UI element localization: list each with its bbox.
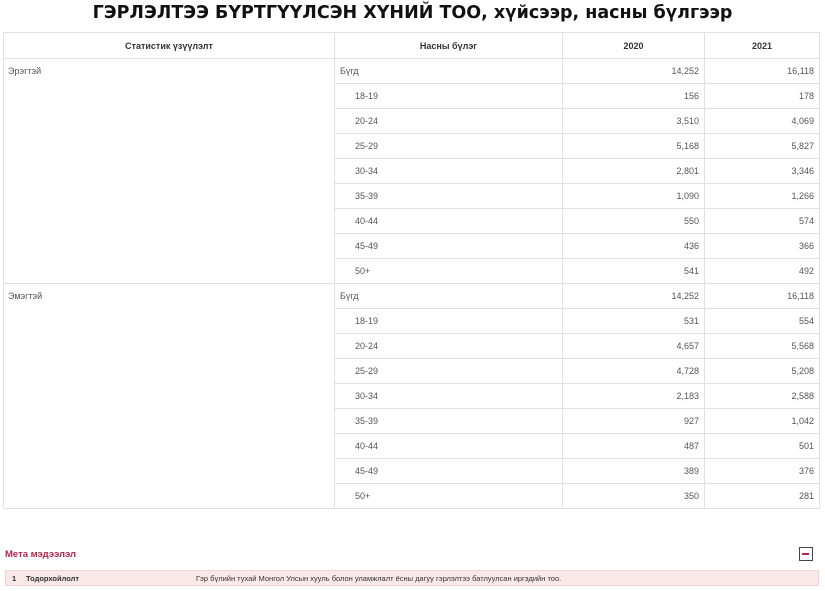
age-group-cell: Бүгд [334,58,563,84]
value-2021-cell: 5,208 [704,358,820,384]
collapse-meta-button[interactable] [799,547,813,561]
age-group-cell: 20-24 [334,333,563,359]
value-2021-cell: 1,266 [704,183,820,209]
value-2020-cell: 541 [562,258,705,284]
value-2020-cell: 14,252 [562,58,705,84]
age-group-cell: 40-44 [334,433,563,459]
value-2020-cell: 156 [562,83,705,109]
value-2021-cell: 492 [704,258,820,284]
value-2021-cell: 5,568 [704,333,820,359]
value-2020-cell: 2,183 [562,383,705,409]
value-2020-cell: 4,728 [562,358,705,384]
age-group-cell: 45-49 [334,233,563,259]
age-group-cell: Бүгд [334,283,563,309]
age-group-cell: 20-24 [334,108,563,134]
value-2021-cell: 501 [704,433,820,459]
table-row: Эмэгтэй Бүгд 14,252 16,118 [3,283,820,509]
value-2020-cell: 531 [562,308,705,334]
meta-row-text: Гэр бүлийн тухай Монгол Улсын хууль боло… [196,574,562,583]
table-row: Эрэгтэй Бүгд 14,252 16,118 [3,58,820,284]
page-title: ГЭРЛЭЛТЭЭ БҮРТГҮҮЛСЭН ХҮНИЙ ТОО, хүйсээр… [92,3,733,23]
value-2020-cell: 3,510 [562,108,705,134]
meta-row-number: 1 [12,574,17,583]
meta-row: 1 Тодорхойлолт Гэр бүлийн тухай Монгол У… [5,570,819,586]
header-year-2020[interactable]: 2020 [562,32,705,59]
header-age-group[interactable]: Насны бүлэг [334,32,563,59]
indicator-cell: Эрэгтэй [3,58,335,284]
header-indicator[interactable]: Статистик үзүүлэлт [3,32,335,59]
value-2020-cell: 2,801 [562,158,705,184]
statistics-table: Статистик үзүүлэлт Насны бүлэг 2020 2021… [3,32,820,509]
age-group-cell: 25-29 [334,133,563,159]
value-2020-cell: 436 [562,233,705,259]
value-2021-cell: 1,042 [704,408,820,434]
meta-heading: Мета мэдээлэл [5,549,77,560]
table-body: Эрэгтэй Бүгд 14,252 16,118 18-19 156 178 20-24 3… [3,58,820,509]
indicator-cell: Эмэгтэй [3,283,335,509]
value-2020-cell: 487 [562,433,705,459]
age-group-cell: 50+ [334,258,563,284]
value-2021-cell: 2,588 [704,383,820,409]
age-group-cell: 30-34 [334,158,563,184]
value-2021-cell: 3,346 [704,158,820,184]
value-2021-cell: 574 [704,208,820,234]
value-2021-cell: 4,069 [704,108,820,134]
value-2020-cell: 389 [562,458,705,484]
meta-row-label: Тодорхойлолт [26,574,80,583]
value-2021-cell: 16,118 [704,58,820,84]
value-2020-cell: 1,090 [562,183,705,209]
table-header-row: Статистик үзүүлэлт Насны бүлэг 2020 2021 [3,32,820,59]
value-2020-cell: 350 [562,483,705,509]
value-2021-cell: 281 [704,483,820,509]
header-year-2021[interactable]: 2021 [704,32,820,59]
age-group-cell: 25-29 [334,358,563,384]
age-group-cell: 18-19 [334,83,563,109]
age-group-cell: 35-39 [334,183,563,209]
value-2021-cell: 554 [704,308,820,334]
age-group-cell: 30-34 [334,383,563,409]
value-2020-cell: 927 [562,408,705,434]
age-group-cell: 40-44 [334,208,563,234]
value-2021-cell: 178 [704,83,820,109]
age-group-cell: 35-39 [334,408,563,434]
value-2020-cell: 14,252 [562,283,705,309]
value-2020-cell: 550 [562,208,705,234]
age-group-cell: 45-49 [334,458,563,484]
value-2021-cell: 376 [704,458,820,484]
age-group-cell: 50+ [334,483,563,509]
value-2021-cell: 5,827 [704,133,820,159]
age-group-cell: 18-19 [334,308,563,334]
value-2021-cell: 16,118 [704,283,820,309]
value-2021-cell: 366 [704,233,820,259]
value-2020-cell: 4,657 [562,333,705,359]
value-2020-cell: 5,168 [562,133,705,159]
